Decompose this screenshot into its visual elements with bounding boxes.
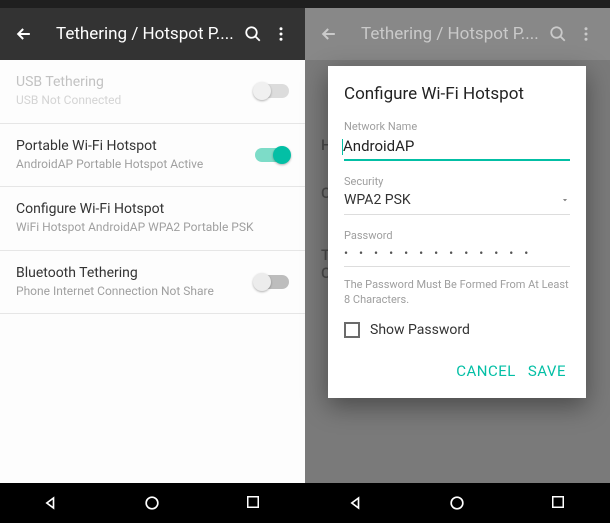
configure-hotspot-row[interactable]: Configure Wi-Fi Hotspot WiFi Hotspot And… bbox=[0, 187, 305, 251]
security-label: Security bbox=[344, 175, 570, 188]
usb-tethering-toggle bbox=[255, 84, 289, 98]
back-icon[interactable] bbox=[10, 20, 38, 48]
usb-tethering-title: USB Tethering bbox=[16, 74, 255, 90]
configure-hotspot-sub: WiFi Hotspot AndroidAP WPA2 Portable PSK bbox=[16, 220, 289, 236]
dialog-actions: CANCEL SAVE bbox=[344, 356, 570, 386]
app-bar: Tethering / Hotspot P.... bbox=[0, 8, 305, 60]
nav-back-icon[interactable] bbox=[346, 493, 366, 513]
right-screen: Tethering / Hotspot P.... H C T C Config… bbox=[305, 0, 610, 523]
status-bar bbox=[0, 0, 305, 8]
password-label: Password bbox=[344, 229, 570, 242]
nav-back-icon[interactable] bbox=[41, 493, 61, 513]
wifi-hotspot-row[interactable]: Portable Wi-Fi Hotspot AndroidAP Portabl… bbox=[0, 124, 305, 188]
app-title: Tethering / Hotspot P.... bbox=[361, 24, 544, 44]
network-name-value: AndroidAP bbox=[343, 137, 414, 155]
network-name-input[interactable]: AndroidAP bbox=[344, 137, 570, 161]
nav-recent-icon[interactable] bbox=[549, 493, 569, 513]
chevron-down-icon bbox=[560, 195, 570, 205]
bluetooth-tethering-toggle[interactable] bbox=[255, 275, 289, 289]
show-password-label: Show Password bbox=[370, 322, 470, 338]
bluetooth-tethering-title: Bluetooth Tethering bbox=[16, 265, 255, 281]
app-title: Tethering / Hotspot P.... bbox=[56, 24, 239, 44]
overflow-icon[interactable] bbox=[267, 20, 295, 48]
nav-recent-icon[interactable] bbox=[244, 493, 264, 513]
left-screen: Tethering / Hotspot P.... USB Tethering … bbox=[0, 0, 305, 523]
bluetooth-tethering-sub: Phone Internet Connection Not Share bbox=[16, 284, 255, 300]
bluetooth-tethering-row[interactable]: Bluetooth Tethering Phone Internet Conne… bbox=[0, 251, 305, 315]
show-password-row[interactable]: Show Password bbox=[344, 322, 570, 338]
settings-list: USB Tethering USB Not Connected Portable… bbox=[0, 60, 305, 483]
show-password-checkbox[interactable] bbox=[344, 322, 360, 338]
wifi-hotspot-toggle[interactable] bbox=[255, 148, 289, 162]
nav-home-icon[interactable] bbox=[142, 493, 162, 513]
dialog-heading: Configure Wi-Fi Hotspot bbox=[344, 84, 570, 104]
nav-bar bbox=[0, 483, 305, 523]
nav-bar bbox=[305, 483, 610, 523]
cancel-button[interactable]: CANCEL bbox=[452, 356, 520, 386]
usb-tethering-row: USB Tethering USB Not Connected bbox=[0, 60, 305, 124]
app-bar: Tethering / Hotspot P.... bbox=[305, 8, 610, 60]
usb-tethering-sub: USB Not Connected bbox=[16, 93, 255, 109]
network-name-label: Network Name bbox=[344, 120, 570, 133]
back-icon bbox=[315, 20, 343, 48]
status-bar bbox=[305, 0, 610, 8]
security-value: WPA2 PSK bbox=[344, 192, 411, 208]
wifi-hotspot-sub: AndroidAP Portable Hotspot Active bbox=[16, 157, 255, 173]
security-select[interactable]: WPA2 PSK bbox=[344, 192, 570, 215]
password-hint: The Password Must Be Formed From At Leas… bbox=[344, 277, 570, 308]
configure-hotspot-title: Configure Wi-Fi Hotspot bbox=[16, 201, 289, 217]
configure-hotspot-dialog: Configure Wi-Fi Hotspot Network Name And… bbox=[328, 66, 586, 398]
overflow-icon bbox=[572, 20, 600, 48]
save-button[interactable]: SAVE bbox=[524, 356, 570, 386]
nav-home-icon[interactable] bbox=[447, 493, 467, 513]
search-icon bbox=[544, 20, 572, 48]
search-icon[interactable] bbox=[239, 20, 267, 48]
wifi-hotspot-title: Portable Wi-Fi Hotspot bbox=[16, 138, 255, 154]
password-input[interactable]: • • • • • • • • • • • • • bbox=[344, 246, 570, 267]
